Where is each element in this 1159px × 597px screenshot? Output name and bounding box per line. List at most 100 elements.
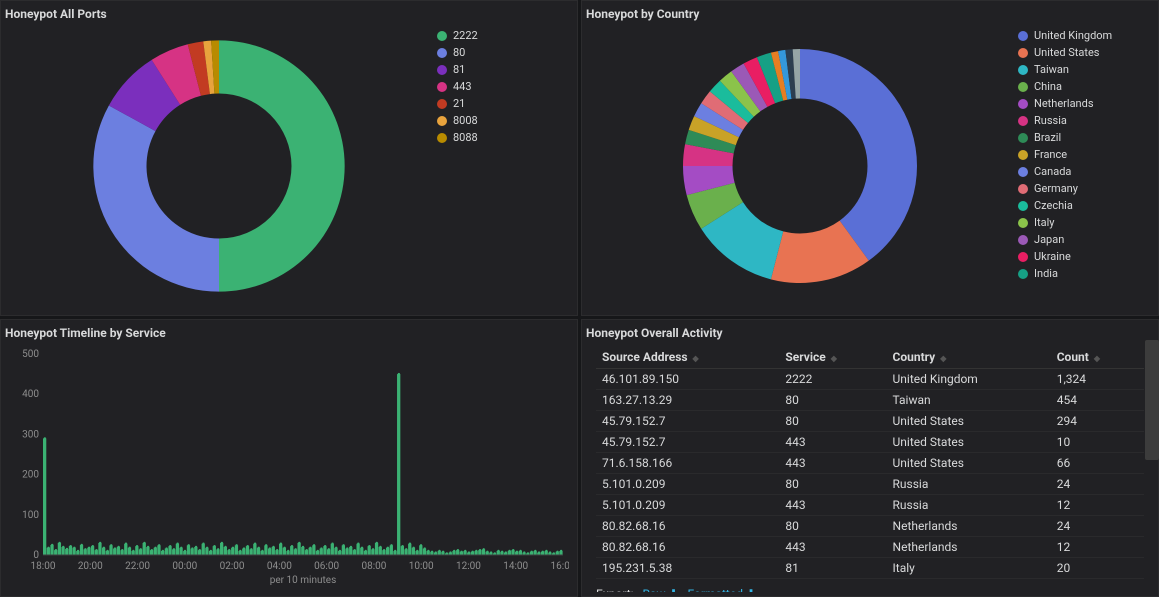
legend-item[interactable]: Japan bbox=[1018, 231, 1158, 248]
timeline-bar[interactable] bbox=[301, 547, 304, 555]
timeline-bar[interactable] bbox=[356, 544, 359, 555]
table-cell: 443 bbox=[779, 453, 886, 474]
timeline-bar[interactable] bbox=[220, 543, 223, 555]
legend-item[interactable]: 21 bbox=[437, 95, 577, 112]
timeline-bar[interactable] bbox=[91, 546, 94, 555]
export-formatted-link[interactable]: Formatted ⬇ bbox=[688, 587, 757, 592]
timeline-bar[interactable] bbox=[146, 547, 149, 555]
timeline-bar[interactable] bbox=[135, 546, 138, 555]
legend-item[interactable]: 81 bbox=[437, 61, 577, 78]
donut-slice[interactable] bbox=[93, 105, 219, 291]
timeline-bar[interactable] bbox=[246, 546, 249, 555]
ports-donut-chart[interactable] bbox=[74, 21, 364, 311]
legend-item[interactable]: Czechia bbox=[1018, 197, 1158, 214]
timeline-bar[interactable] bbox=[290, 546, 293, 555]
legend-label: 8088 bbox=[453, 131, 478, 144]
column-header[interactable]: Source Address ◆ bbox=[596, 346, 779, 369]
ports-donut-area[interactable] bbox=[1, 21, 437, 311]
legend-item[interactable]: 2222 bbox=[437, 27, 577, 44]
timeline-bar[interactable] bbox=[401, 546, 404, 555]
legend-item[interactable]: Netherlands bbox=[1018, 95, 1158, 112]
timeline-bar[interactable] bbox=[176, 544, 179, 555]
table-row[interactable]: 195.231.5.3881Italy20 bbox=[596, 558, 1144, 579]
timeline-bar[interactable] bbox=[43, 438, 46, 555]
legend-item[interactable]: Canada bbox=[1018, 163, 1158, 180]
timeline-bar[interactable] bbox=[202, 544, 205, 555]
timeline-bar[interactable] bbox=[253, 544, 256, 555]
country-donut-area[interactable] bbox=[582, 21, 1018, 311]
timeline-bar[interactable] bbox=[50, 545, 53, 555]
timeline-bar[interactable] bbox=[58, 543, 61, 555]
table-row[interactable]: 5.101.0.209443Russia12 bbox=[596, 495, 1144, 516]
donut-slice[interactable] bbox=[800, 49, 917, 261]
table-cell: 71.6.158.166 bbox=[596, 453, 779, 474]
timeline-bar[interactable] bbox=[224, 547, 227, 555]
timeline-bar[interactable] bbox=[368, 546, 371, 555]
legend-item[interactable]: 8008 bbox=[437, 112, 577, 129]
timeline-bar[interactable] bbox=[379, 547, 382, 555]
timeline-bar[interactable] bbox=[98, 543, 101, 555]
timeline-bar[interactable] bbox=[187, 545, 190, 555]
column-header[interactable]: Country ◆ bbox=[887, 346, 1051, 369]
timeline-bar[interactable] bbox=[194, 547, 197, 555]
table-row[interactable]: 163.27.13.2980Taiwan454 bbox=[596, 390, 1144, 411]
legend-item[interactable]: Brazil bbox=[1018, 129, 1158, 146]
table-row[interactable]: 45.79.152.7443United States10 bbox=[596, 432, 1144, 453]
timeline-bar[interactable] bbox=[80, 545, 83, 555]
legend-item[interactable]: 443 bbox=[437, 78, 577, 95]
table-row[interactable]: 45.79.152.780United States294 bbox=[596, 411, 1144, 432]
timeline-bar[interactable] bbox=[213, 546, 216, 555]
timeline-bar[interactable] bbox=[264, 545, 267, 555]
table-row[interactable]: 80.82.68.1680Netherlands24 bbox=[596, 516, 1144, 537]
legend-item[interactable]: Ukraine bbox=[1018, 248, 1158, 265]
timeline-bar[interactable] bbox=[323, 546, 326, 555]
table-row[interactable]: 46.101.89.1502222United Kingdom1,324 bbox=[596, 369, 1144, 390]
timeline-bar[interactable] bbox=[375, 543, 378, 555]
donut-slice[interactable] bbox=[219, 40, 345, 291]
timeline-bar[interactable] bbox=[235, 545, 238, 555]
timeline-bar[interactable] bbox=[157, 545, 160, 555]
table-row[interactable]: 5.101.0.20980Russia24 bbox=[596, 474, 1144, 495]
timeline-bar[interactable] bbox=[419, 545, 422, 555]
table-row[interactable]: 71.6.158.166443United States66 bbox=[596, 453, 1144, 474]
timeline-bar[interactable] bbox=[408, 544, 411, 555]
legend-item[interactable]: India bbox=[1018, 265, 1158, 282]
legend-item[interactable]: 8088 bbox=[437, 129, 577, 146]
export-raw-link[interactable]: Raw ⬇ bbox=[643, 587, 679, 592]
column-header[interactable]: Count ◆ bbox=[1051, 346, 1144, 369]
column-header[interactable]: Service ◆ bbox=[779, 346, 886, 369]
timeline-bar[interactable] bbox=[168, 546, 171, 555]
table-row[interactable]: 80.82.68.16443Netherlands12 bbox=[596, 537, 1144, 558]
timeline-bar[interactable] bbox=[342, 545, 345, 555]
timeline-bar[interactable] bbox=[349, 547, 352, 555]
timeline-bar[interactable] bbox=[61, 547, 64, 555]
timeline-bar[interactable] bbox=[279, 544, 282, 555]
timeline-bar[interactable] bbox=[390, 545, 393, 555]
legend-item[interactable]: Russia bbox=[1018, 112, 1158, 129]
legend-item[interactable]: United Kingdom bbox=[1018, 27, 1158, 44]
timeline-bar[interactable] bbox=[272, 547, 275, 555]
legend-item[interactable]: China bbox=[1018, 78, 1158, 95]
table-cell: 294 bbox=[1051, 411, 1144, 432]
legend-item[interactable]: United States bbox=[1018, 44, 1158, 61]
legend-item[interactable]: France bbox=[1018, 146, 1158, 163]
y-tick-label: 100 bbox=[22, 510, 39, 521]
timeline-bar[interactable] bbox=[297, 543, 300, 555]
timeline-bar[interactable] bbox=[124, 544, 127, 555]
legend-item[interactable]: Italy bbox=[1018, 214, 1158, 231]
legend-item[interactable]: Taiwan bbox=[1018, 61, 1158, 78]
timeline-bar[interactable] bbox=[143, 543, 146, 555]
page-scrollbar[interactable] bbox=[1145, 340, 1159, 460]
legend-swatch bbox=[1018, 31, 1028, 41]
timeline-bar[interactable] bbox=[69, 546, 72, 555]
country-donut-chart[interactable] bbox=[665, 31, 935, 301]
legend-item[interactable]: Germany bbox=[1018, 180, 1158, 197]
table-cell: United Kingdom bbox=[887, 369, 1051, 390]
timeline-bar[interactable] bbox=[331, 544, 334, 555]
timeline-bar[interactable] bbox=[117, 547, 120, 555]
timeline-bar[interactable] bbox=[312, 545, 315, 555]
timeline-bar[interactable] bbox=[397, 374, 400, 555]
timeline-bar[interactable] bbox=[109, 545, 112, 555]
timeline-chart[interactable]: 010020030040050018:0020:0022:0000:0002:0… bbox=[13, 348, 569, 593]
legend-item[interactable]: 80 bbox=[437, 44, 577, 61]
